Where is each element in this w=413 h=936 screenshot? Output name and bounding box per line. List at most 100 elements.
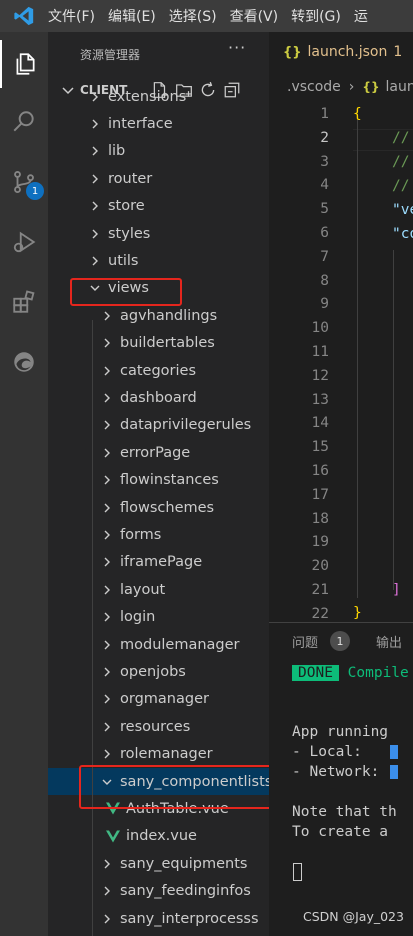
- run-debug-icon[interactable]: [0, 218, 48, 266]
- search-icon[interactable]: [0, 98, 48, 146]
- file-item[interactable]: index.vue: [48, 823, 269, 850]
- folder-item[interactable]: store: [48, 193, 269, 220]
- folder-item[interactable]: categories: [48, 357, 269, 384]
- tree-item-label: iframePage: [120, 554, 203, 571]
- chevron-right-icon: [100, 665, 114, 679]
- folder-item[interactable]: flowschemes: [48, 494, 269, 521]
- folder-item[interactable]: rolemanager: [48, 741, 269, 768]
- menu-run[interactable]: 运: [354, 6, 368, 26]
- terminal-line-done: DONE Compile: [292, 665, 409, 681]
- line-number: 13: [311, 391, 329, 408]
- tree-item-label: modulemanager: [120, 636, 240, 653]
- line-number: 12: [311, 367, 329, 384]
- menu-file[interactable]: 文件(F): [48, 6, 95, 26]
- tree-item-label: interface: [108, 115, 173, 132]
- vue-file-icon: [106, 829, 120, 843]
- tree-item-label: sany_feedinginfos: [120, 883, 251, 900]
- tree-item-label: extensions: [108, 90, 187, 105]
- local-label: - Local:: [292, 744, 389, 760]
- line-number: 10: [311, 320, 329, 337]
- tab-problems[interactable]: 问题: [292, 632, 318, 651]
- folder-item[interactable]: login: [48, 604, 269, 631]
- tree-item-label: flowschemes: [120, 499, 215, 516]
- title-bar: 文件(F) 编辑(E) 选择(S) 查看(V) 转到(G) 运: [0, 0, 413, 32]
- terminal-line-create: To create a: [292, 824, 389, 840]
- folder-item[interactable]: resources: [48, 713, 269, 740]
- code-line-3[interactable]: //: [392, 154, 409, 170]
- chevron-right-icon: [88, 90, 102, 104]
- folder-item[interactable]: agvhandlings: [48, 302, 269, 329]
- chevron-right-icon: [100, 857, 114, 871]
- menu-edit[interactable]: 编辑(E): [108, 6, 156, 26]
- code-line-6[interactable]: "co: [392, 226, 413, 242]
- explorer-icon[interactable]: [0, 40, 48, 88]
- folder-item[interactable]: flowinstances: [48, 467, 269, 494]
- menu-go[interactable]: 转到(G): [291, 6, 341, 26]
- folder-item[interactable]: styles: [48, 220, 269, 247]
- line-number: 15: [311, 439, 329, 456]
- folder-item[interactable]: dashboard: [48, 384, 269, 411]
- url-mark: [390, 765, 399, 779]
- edge-devtools-icon[interactable]: [0, 338, 48, 386]
- code-line-1[interactable]: {: [353, 106, 362, 122]
- terminal-line-note: Note that th: [292, 804, 397, 820]
- chevron-right-icon: [100, 747, 114, 761]
- chevron-right-icon: [100, 391, 114, 405]
- folder-item[interactable]: router: [48, 165, 269, 192]
- menu-view[interactable]: 查看(V): [230, 6, 279, 26]
- tab-launch-json[interactable]: {} launch.json 1: [269, 32, 413, 72]
- chevron-right-icon: [88, 144, 102, 158]
- network-label: - Network:: [292, 764, 389, 780]
- tree-item-label: dashboard: [120, 389, 197, 406]
- chevron-right-icon: [88, 172, 102, 186]
- tree-item-label: sany_equipments: [120, 855, 248, 872]
- tree-item-label: login: [120, 609, 156, 626]
- line-number: 2: [320, 129, 329, 146]
- folder-item[interactable]: lib: [48, 138, 269, 165]
- folder-item[interactable]: interface: [48, 110, 269, 137]
- compiled-text: Compile: [347, 665, 409, 681]
- file-tree: sany_interprocesss sany_feedinginfos sany_…: [48, 90, 269, 936]
- line-number: 14: [311, 415, 329, 432]
- chevron-right-icon: [100, 364, 114, 378]
- code-line-21[interactable]: ]: [392, 582, 401, 598]
- menu-bar: 文件(F) 编辑(E) 选择(S) 查看(V) 转到(G) 运: [48, 6, 381, 26]
- folder-item[interactable]: modulemanager: [48, 631, 269, 658]
- code-line-2[interactable]: //: [392, 130, 409, 146]
- line-number: 7: [320, 248, 329, 265]
- menu-selection[interactable]: 选择(S): [169, 6, 217, 26]
- watermark: CSDN @Jay_023: [303, 909, 404, 924]
- extensions-icon[interactable]: [0, 278, 48, 326]
- folder-item[interactable]: openjobs: [48, 658, 269, 685]
- folder-item[interactable]: iframePage: [48, 549, 269, 576]
- breadcrumb-file[interactable]: laun: [386, 79, 413, 95]
- tab-output[interactable]: 输出: [376, 632, 402, 651]
- folder-item[interactable]: sany_feedinginfos: [48, 878, 269, 905]
- line-number: 8: [320, 272, 329, 289]
- folder-item[interactable]: orgmanager: [48, 686, 269, 713]
- folder-item[interactable]: buildertables: [48, 330, 269, 357]
- folder-item[interactable]: errorPage: [48, 439, 269, 466]
- line-number: 6: [320, 225, 329, 241]
- highlight-box-sany-componentlists: [79, 765, 269, 809]
- tab-label: launch.json: [307, 44, 388, 60]
- line-number: 19: [311, 534, 329, 551]
- tree-item-label: resources: [120, 718, 191, 735]
- source-control-icon[interactable]: 1: [0, 158, 48, 206]
- chevron-right-icon: [100, 638, 114, 652]
- code-line-5[interactable]: "ve: [392, 202, 413, 218]
- folder-item[interactable]: utils: [48, 247, 269, 274]
- folder-item[interactable]: sany_equipments: [48, 850, 269, 877]
- code-line-22[interactable]: }: [353, 605, 362, 621]
- more-actions-button[interactable]: ···: [228, 38, 246, 57]
- code-line-4[interactable]: //: [392, 178, 409, 194]
- folder-item[interactable]: dataprivilegerules: [48, 412, 269, 439]
- tree-item-label: index.vue: [126, 828, 197, 845]
- line-number: 16: [311, 463, 329, 479]
- folder-item[interactable]: forms: [48, 521, 269, 548]
- folder-item[interactable]: extensions: [48, 90, 269, 110]
- tree-item-label: dataprivilegerules: [120, 417, 252, 434]
- breadcrumb-folder[interactable]: .vscode: [287, 79, 341, 95]
- folder-item[interactable]: sany_interprocesss: [48, 905, 269, 932]
- folder-item[interactable]: layout: [48, 576, 269, 603]
